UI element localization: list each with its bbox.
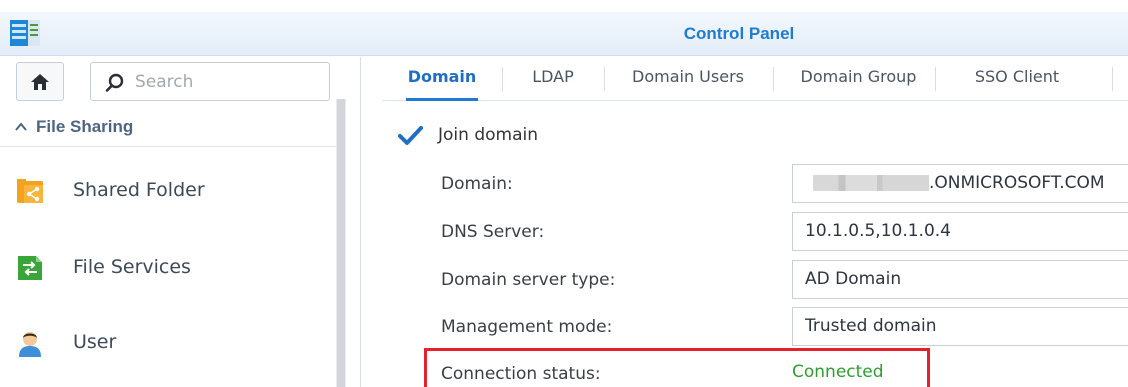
tab-separator [502,67,503,91]
tab-domain-users[interactable]: Domain Users [618,57,758,100]
domain-label: Domain: [441,174,513,194]
home-button[interactable] [16,62,64,101]
management-mode-label: Management mode: [441,317,613,337]
tab-bar: Domain LDAP Domain Users Domain Group SS… [382,57,1128,101]
connection-status-label: Connection status: [441,364,601,384]
management-mode-field[interactable]: Trusted domain [792,307,1128,346]
domain-value: .ONMICROSOFT.COM [929,173,1105,193]
domain-server-type-label: Domain server type: [441,270,616,290]
sidebar-item-label: Shared Folder [73,179,205,201]
dns-server-label: DNS Server: [441,222,545,242]
redacted-domain-prefix [813,175,929,191]
sidebar-item-user[interactable]: User [0,309,336,377]
domain-server-type-field[interactable]: AD Domain [792,260,1128,299]
chevron-up-icon [15,122,27,131]
search-icon [105,73,124,92]
tab-separator [773,67,774,91]
search-box[interactable] [90,62,330,101]
window-title: Control Panel [683,24,795,43]
window-title-bar: Control Panel [0,12,1128,56]
home-icon [31,73,49,90]
sidebar-item-label: File Services [73,256,191,278]
panel-divider [360,57,361,387]
tab-separator [604,67,605,91]
file-services-icon [18,256,42,280]
section-label: File Sharing [36,117,134,136]
tab-separator [935,67,936,91]
user-icon [19,332,41,357]
connection-status-value: Connected [792,362,884,382]
sidebar-item-shared-folder[interactable]: Shared Folder [0,157,336,225]
shared-folder-icon [17,179,43,203]
domain-field[interactable]: .ONMICROSOFT.COM [792,164,1128,203]
tab-ldap[interactable]: LDAP [517,57,589,100]
sidebar-item-file-services[interactable]: File Services [0,234,336,302]
tab-sso-client[interactable]: SSO Client [947,57,1087,100]
sidebar-item-label: User [73,331,117,353]
search-input[interactable] [135,70,320,94]
tab-domain[interactable]: Domain [392,57,492,101]
tab-separator [1112,67,1113,91]
dns-server-field[interactable]: 10.1.0.5,10.1.0.4 [792,212,1128,251]
sidebar: File Sharing Shared Folder File Services [0,57,360,387]
tab-domain-group[interactable]: Domain Group [786,57,931,100]
join-domain-label: Join domain [438,125,538,145]
checkmark-icon [398,126,423,145]
file-sharing-section-header[interactable]: File Sharing [0,109,336,147]
sidebar-scrollbar-thumb[interactable] [337,99,345,387]
